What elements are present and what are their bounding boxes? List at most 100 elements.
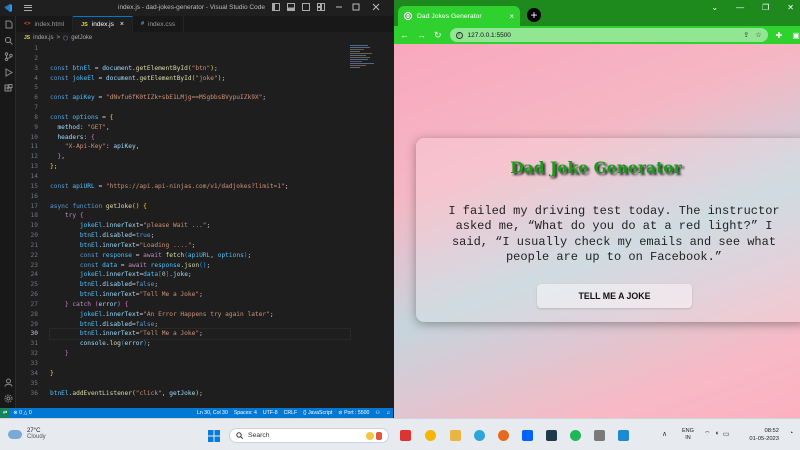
volume-icon[interactable]: ◖	[715, 430, 719, 439]
back-arrow-icon[interactable]: ←	[400, 30, 409, 40]
code-line[interactable]: const btnEl = document.getElementById("b…	[50, 64, 350, 74]
code-line[interactable]: }	[50, 349, 350, 359]
site-info-icon[interactable]: i	[455, 31, 463, 39]
code-line[interactable]: };	[50, 162, 350, 172]
windows-start-icon[interactable]	[208, 430, 220, 442]
code-line[interactable]	[50, 103, 350, 113]
code-line[interactable]	[50, 359, 350, 369]
forward-arrow-icon[interactable]: →	[417, 30, 426, 40]
dropbox-app-icon[interactable]	[522, 430, 533, 441]
code-line[interactable]: async function getJoke() {	[50, 202, 350, 212]
code-line[interactable]: } catch (error) {	[50, 300, 350, 310]
code-line[interactable]: jokeEl.innerText="please Wait ...";	[50, 221, 350, 231]
code-line[interactable]	[50, 54, 350, 64]
end-of-line[interactable]: CRLF	[281, 410, 301, 416]
spotify-app-icon[interactable]	[570, 430, 581, 441]
code-editor[interactable]: 1 2 3 4 5 6 7 8 9 10 11 12 13 14 15 16 17 18 19 20 21 22 23 24 2…	[16, 44, 351, 408]
code-line[interactable]	[50, 44, 350, 54]
cursor-position[interactable]: Ln 30, Col 30	[194, 410, 231, 416]
clock[interactable]: 08:52 01-05-2023	[745, 428, 779, 443]
breadcrumb-file[interactable]: index.js	[33, 35, 53, 41]
customize-layout-icon[interactable]	[317, 3, 325, 11]
code-line[interactable]: btnEl.disabled=true;	[50, 231, 350, 241]
address-bar[interactable]: i 127.0.0.1:5500 ⇪ ☆	[449, 28, 768, 42]
language-mode[interactable]: {} JavaScript	[300, 410, 335, 416]
code-line[interactable]: const apiKey = "dNvfu6fK0tIZk+sbE1LMjg==…	[50, 93, 350, 103]
code-line[interactable]: jokeEl.innerText=data[0].joke;	[50, 270, 350, 280]
file-explorer-icon[interactable]	[450, 430, 461, 441]
notifications-bell-icon[interactable]: ♫	[383, 410, 393, 416]
code-line[interactable]: const data = await response.json();	[50, 261, 350, 271]
minimize-icon[interactable]: —	[736, 3, 744, 12]
restore-icon[interactable]: ❐	[762, 3, 769, 12]
code-line[interactable]: jokeEl.innerText="An Error Happens try a…	[50, 310, 350, 320]
vscode-app-icon[interactable]	[618, 430, 629, 441]
editor-tab[interactable]: <> index.html	[16, 16, 74, 32]
close-icon[interactable]: ✕	[787, 3, 794, 12]
breadcrumb-symbol[interactable]: getJoke	[71, 35, 92, 41]
search-icon[interactable]	[0, 32, 16, 48]
explorer-icon[interactable]	[0, 16, 16, 32]
broadcast-icon[interactable]: ⚇	[372, 410, 383, 416]
reload-icon[interactable]: ↻	[434, 30, 442, 41]
browser-tab[interactable]: Dad Jokes Generator ×	[398, 6, 520, 26]
code-line[interactable]: btnEl.innerText="Tell Me a Joke";	[50, 290, 350, 300]
code-line[interactable]: console.log(error);	[50, 339, 350, 349]
task-view-icon[interactable]	[400, 430, 411, 441]
code-line[interactable]: const options = {	[50, 113, 350, 123]
code-area[interactable]: const btnEl = document.getElementById("b…	[49, 44, 351, 399]
url-text[interactable]: 127.0.0.1:5500	[468, 32, 511, 39]
code-line[interactable]: const apiURL = "https://api.api-ninjas.c…	[50, 182, 350, 192]
layout-panel-icon[interactable]	[287, 3, 295, 11]
source-control-icon[interactable]	[0, 48, 16, 64]
code-line[interactable]: method: "GET",	[50, 123, 350, 133]
tray-chevron-up-icon[interactable]: ∧	[662, 430, 667, 438]
close-icon[interactable]	[372, 3, 380, 11]
editor-tab[interactable]: # index.css	[133, 16, 185, 32]
weather-widget[interactable]: 27°C Cloudy	[8, 428, 46, 440]
chrome-app-icon[interactable]	[425, 430, 436, 441]
minimap[interactable]	[350, 44, 380, 84]
code-line[interactable]: "X-Api-Key": apiKey,	[50, 142, 350, 152]
code-line[interactable]: btnEl.disabled=false;	[50, 320, 350, 330]
side-panel-icon[interactable]: ▣	[792, 31, 800, 40]
tab-close-icon[interactable]: ×	[120, 21, 124, 28]
bookmark-star-icon[interactable]: ☆	[755, 31, 761, 39]
code-line[interactable]: const jokeEl = document.getElementById("…	[50, 74, 350, 84]
code-line[interactable]: const response = await fetch(apiURL, opt…	[50, 251, 350, 261]
language-indicator[interactable]: ENG IN	[682, 428, 694, 442]
tab-close-icon[interactable]: ×	[509, 12, 514, 21]
code-line[interactable]: try {	[50, 211, 350, 221]
tell-joke-button[interactable]: TELL ME A JOKE	[537, 284, 692, 308]
battery-icon[interactable]: ▭	[723, 430, 730, 439]
code-line[interactable]: btnEl.innerText="Loading ....";	[50, 241, 350, 251]
code-line[interactable]	[50, 192, 350, 202]
encoding[interactable]: UTF-8	[260, 410, 281, 416]
terminal-app-icon[interactable]	[546, 430, 557, 441]
code-line[interactable]: btnEl.innerText="Tell Me a Joke";	[49, 328, 351, 341]
calculator-app-icon[interactable]	[594, 430, 605, 441]
new-tab-plus-icon[interactable]: +	[527, 8, 541, 22]
menu-icon[interactable]	[24, 4, 32, 12]
code-line[interactable]: btnEl.addEventListener("click", getJoke)…	[50, 389, 350, 399]
edge-app-icon[interactable]	[474, 430, 485, 441]
minimize-icon[interactable]	[335, 3, 343, 11]
share-icon[interactable]: ⇪	[743, 31, 749, 39]
maximize-icon[interactable]	[352, 3, 360, 11]
remote-icon[interactable]: ⇄	[0, 408, 11, 418]
code-line[interactable]	[50, 172, 350, 182]
problems-count[interactable]: ⊗ 0 △ 0	[10, 410, 34, 416]
indentation[interactable]: Spaces: 4	[231, 410, 260, 416]
account-icon[interactable]	[0, 374, 16, 390]
code-line[interactable]: btnEl.disabled=false;	[50, 280, 350, 290]
live-server-port[interactable]: ⊘ Port : 5500	[335, 410, 372, 416]
code-line[interactable]: },	[50, 152, 350, 162]
editor-tab[interactable]: JS index.js ×	[73, 16, 133, 32]
code-line[interactable]: }	[50, 369, 350, 379]
run-debug-icon[interactable]	[0, 64, 16, 80]
layout-secondary-icon[interactable]	[302, 3, 310, 11]
extensions-icon[interactable]	[0, 80, 16, 96]
code-line[interactable]	[50, 379, 350, 389]
extensions-puzzle-icon[interactable]: ✚	[776, 31, 783, 40]
code-line[interactable]	[50, 83, 350, 93]
